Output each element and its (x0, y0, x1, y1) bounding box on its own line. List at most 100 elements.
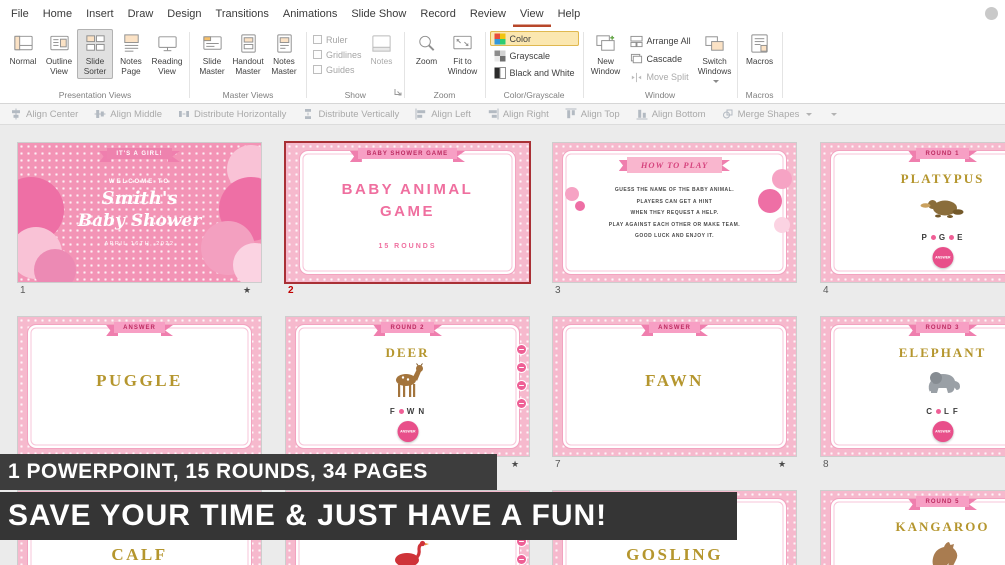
slide-sorter-button[interactable]: Slide Sorter (77, 29, 113, 79)
switch-windows-label: Switch Windows (697, 56, 732, 76)
switch-windows-button[interactable]: Switch Windows (697, 29, 733, 89)
answer-word: FAWN (645, 371, 704, 390)
cascade-button[interactable]: Cascade (626, 51, 695, 67)
ruler-checkbox[interactable] (313, 35, 322, 44)
notes-master-button[interactable]: Notes Master (266, 29, 302, 79)
align-right-label: Align Right (502, 108, 549, 120)
slide-thumbnail-3[interactable]: HOW TO PLAY GUESS THE NAME OF THE BABY A… (553, 143, 796, 282)
ruler-checkbox-row[interactable]: Ruler (313, 35, 362, 45)
handout-master-button[interactable]: Handout Master (230, 29, 266, 79)
guides-checkbox[interactable] (313, 65, 322, 74)
color-button[interactable]: Color (489, 31, 579, 46)
guides-checkbox-row[interactable]: Guides (313, 65, 362, 75)
notes-icon (372, 35, 391, 52)
align-right-button[interactable]: Align Right (487, 108, 549, 120)
new-window-button[interactable]: New Window (588, 29, 624, 79)
move-split-label: Move Split (646, 72, 689, 82)
reading-view-icon (157, 36, 177, 52)
align-top-button[interactable]: Align Top (565, 108, 620, 120)
slide-master-button[interactable]: Slide Master (194, 29, 230, 79)
toolbar-overflow-button[interactable] (828, 112, 838, 116)
slide-thumbnail-1[interactable]: IT'S A GIRL! WELCOME TO Smith's Baby Sho… (18, 143, 261, 282)
move-split-icon (631, 72, 641, 82)
align-bottom-label: Align Bottom (651, 108, 706, 120)
gridlines-checkbox[interactable] (313, 50, 322, 59)
chevron-down-icon (806, 112, 813, 116)
guides-label: Guides (326, 64, 355, 75)
user-avatar[interactable] (985, 7, 998, 20)
tab-record[interactable]: Record (413, 0, 462, 27)
slide-thumbnail-5[interactable]: ANSWER PUGGLE (18, 317, 261, 456)
reading-view-button[interactable]: Reading View (149, 29, 185, 79)
slide-thumbnail-7[interactable]: ANSWER FAWN (553, 317, 796, 456)
answer-button: ANSWER (397, 421, 418, 442)
align-center-button[interactable]: Align Center (10, 108, 78, 120)
gridlines-checkbox-row[interactable]: Gridlines (313, 50, 362, 60)
align-middle-button[interactable]: Align Middle (94, 108, 162, 120)
group-macros: Macros Macros (739, 27, 781, 103)
group-caption-window: Window (644, 90, 676, 100)
hint-button-icon (516, 398, 527, 409)
hint-button-icon (516, 344, 527, 355)
zoom-icon (419, 35, 435, 51)
tab-view[interactable]: View (513, 0, 551, 27)
normal-view-button[interactable]: Normal (5, 29, 41, 69)
tab-design[interactable]: Design (160, 0, 208, 27)
welcome-text: WELCOME TO (108, 179, 171, 185)
tab-help[interactable]: Help (551, 0, 588, 27)
zoom-button[interactable]: Zoom (409, 29, 445, 69)
fit-to-window-button[interactable]: Fit to Window (445, 29, 481, 79)
cascade-icon (630, 53, 642, 63)
its-a-girl-ribbon: IT'S A GIRL! (18, 148, 261, 159)
tab-transitions[interactable]: Transitions (209, 0, 276, 27)
baby-shower-script-text: Baby Shower (77, 211, 202, 231)
arrange-all-icon (630, 35, 643, 47)
macros-button[interactable]: Macros (742, 29, 778, 69)
merge-shapes-button[interactable]: Merge Shapes (722, 108, 813, 120)
hint-buttons (516, 344, 527, 409)
tab-slide-show[interactable]: Slide Show (344, 0, 413, 27)
grayscale-button[interactable]: Grayscale (490, 48, 579, 63)
tab-home[interactable]: Home (36, 0, 79, 27)
notes-page-button[interactable]: Notes Page (113, 29, 149, 79)
align-bottom-button[interactable]: Align Bottom (636, 108, 706, 120)
distribute-horizontally-button[interactable]: Distribute Horizontally (178, 108, 286, 120)
normal-view-label: Normal (9, 56, 37, 66)
ruler-label: Ruler (326, 34, 348, 45)
hidden-letter-dot (398, 409, 404, 414)
promo-banner-slogan: SAVE YOUR TIME & JUST HAVE A FUN! (0, 492, 737, 540)
tab-review[interactable]: Review (463, 0, 513, 27)
animation-star-icon: ★ (511, 459, 520, 469)
elephant-image (821, 363, 1005, 397)
hint-letters: FWN (389, 407, 426, 416)
move-split-button[interactable]: Move Split (626, 69, 695, 85)
outline-view-label: Outline View (45, 56, 73, 76)
grayscale-icon (494, 50, 506, 61)
notes-label: Notes (370, 56, 393, 66)
arrange-all-button[interactable]: Arrange All (626, 33, 695, 49)
outline-view-icon (49, 35, 69, 51)
tab-draw[interactable]: Draw (121, 0, 161, 27)
slide-thumbnail-8[interactable]: ROUND 3 ELEPHANT CLF ANSWER (821, 317, 1005, 456)
tab-file[interactable]: File (4, 0, 36, 27)
outline-view-button[interactable]: Outline View (41, 29, 77, 79)
tab-insert[interactable]: Insert (79, 0, 121, 27)
black-and-white-button[interactable]: Black and White (490, 65, 579, 80)
show-dialog-launcher-icon[interactable] (394, 83, 402, 101)
align-left-button[interactable]: Align Left (415, 108, 471, 120)
platypus-image (821, 189, 1005, 223)
fit-to-window-label: Fit to Window (447, 56, 478, 76)
chevron-down-icon (831, 112, 838, 116)
new-window-label: New Window (590, 56, 621, 76)
tab-animations[interactable]: Animations (276, 0, 344, 27)
slide-thumbnail-4[interactable]: ROUND 1 PLATYPUS PGE ANSWER (821, 143, 1005, 282)
goose-image (286, 537, 529, 565)
slide-thumbnail-6[interactable]: ROUND 2 DEER FWN ANSWER (286, 317, 529, 456)
distribute-vertically-button[interactable]: Distribute Vertically (302, 108, 399, 120)
slide-thumbnail-2[interactable]: BABY SHOWER GAME BABY ANIMAL GAME 15 ROU… (286, 143, 529, 282)
slide-thumbnail-12[interactable]: ROUND 5 KANGAROO (821, 491, 1005, 565)
round-ribbon: ROUND 1 (821, 148, 1005, 159)
fit-to-window-icon (453, 35, 472, 50)
notes-button[interactable]: Notes (364, 29, 400, 69)
slide-master-icon (202, 36, 222, 50)
